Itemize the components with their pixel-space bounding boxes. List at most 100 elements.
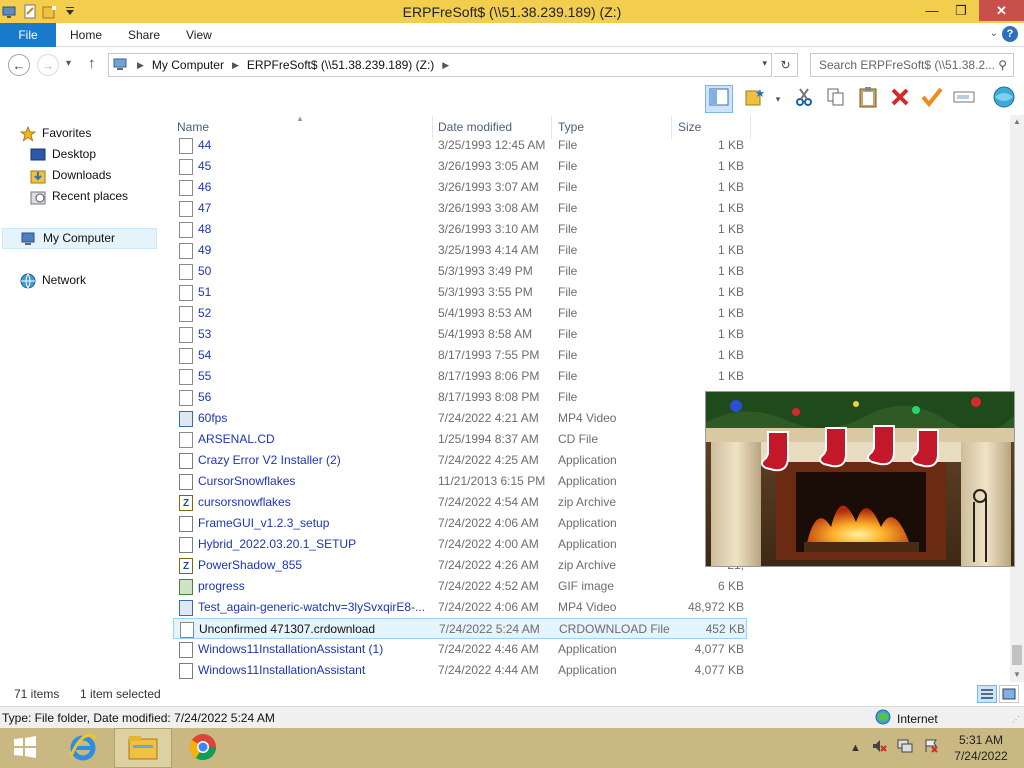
file-name[interactable]: 54 bbox=[198, 345, 433, 366]
resize-grip-icon[interactable]: ⋰ bbox=[1012, 715, 1020, 724]
breadcrumb-separator[interactable]: ▶ bbox=[442, 60, 449, 71]
tab-share[interactable]: Share bbox=[128, 23, 160, 47]
column-header-date[interactable]: Date modified bbox=[438, 120, 512, 134]
file-name[interactable]: PowerShadow_855 bbox=[198, 555, 433, 576]
file-row[interactable]: Windows11InstallationAssistant 7/24/2022 … bbox=[173, 660, 747, 681]
column-header-type[interactable]: Type bbox=[558, 120, 584, 134]
action-center-icon[interactable] bbox=[923, 738, 939, 757]
file-row[interactable]: FrameGUI_v1.2.3_setup 7/24/2022 4:06 AM Ap… bbox=[173, 513, 747, 534]
help-icon[interactable]: ? bbox=[1002, 26, 1018, 42]
taskbar-internet-explorer[interactable] bbox=[54, 728, 112, 768]
network-tray-icon[interactable] bbox=[897, 738, 913, 757]
file-name[interactable]: Windows11InstallationAssistant (1) bbox=[198, 639, 433, 660]
file-row[interactable]: Unconfirmed 471307.crdownload 7/24/2022 5… bbox=[173, 618, 747, 639]
taskbar-chrome[interactable] bbox=[174, 728, 232, 768]
breadcrumb-drive[interactable]: ERPFreSoft$ (\\51.38.239.189) (Z:) bbox=[247, 58, 434, 72]
clock[interactable]: 5:31 AM 7/24/2022 bbox=[946, 732, 1016, 764]
file-row[interactable]: 52 5/4/1993 8:53 AM File 1 KB bbox=[173, 303, 747, 324]
nav-favorites[interactable]: Favorites bbox=[19, 123, 91, 144]
file-name[interactable]: Hybrid_2022.03.20.1_SETUP bbox=[198, 534, 433, 555]
large-icons-view-button[interactable] bbox=[999, 685, 1019, 703]
file-row[interactable]: progress 7/24/2022 4:52 AM GIF image 6 KB bbox=[173, 576, 747, 597]
file-row[interactable]: CursorSnowflakes 11/21/2013 6:15 PM Applic… bbox=[173, 471, 747, 492]
file-name[interactable]: 45 bbox=[198, 156, 433, 177]
options-dropdown-icon[interactable]: ▾ bbox=[770, 85, 786, 113]
file-name[interactable]: 60fps bbox=[198, 408, 433, 429]
back-button[interactable]: ← bbox=[8, 54, 30, 76]
scroll-thumb[interactable] bbox=[1012, 645, 1022, 665]
folder-options-button[interactable] bbox=[741, 85, 769, 113]
nav-desktop[interactable]: Desktop bbox=[30, 144, 96, 165]
file-row[interactable]: 50 5/3/1993 3:49 PM File 1 KB bbox=[173, 261, 747, 282]
file-name[interactable]: 47 bbox=[198, 198, 433, 219]
file-row[interactable]: Crazy Error V2 Installer (2) 7/24/2022 4:… bbox=[173, 450, 747, 471]
file-name[interactable]: 48 bbox=[198, 219, 433, 240]
breadcrumb-my-computer[interactable]: My Computer bbox=[152, 58, 224, 72]
minimize-button[interactable]: — bbox=[917, 0, 947, 21]
file-row[interactable]: 44 3/25/1993 12:45 AM File 1 KB bbox=[173, 135, 747, 156]
file-name[interactable]: 55 bbox=[198, 366, 433, 387]
file-name[interactable]: 49 bbox=[198, 240, 433, 261]
volume-muted-icon[interactable] bbox=[871, 738, 887, 757]
search-input[interactable]: Search ERPFreSoft$ (\\51.38.2... ⚲ bbox=[810, 53, 1014, 77]
taskbar-file-explorer[interactable] bbox=[114, 728, 172, 768]
file-row[interactable]: 48 3/26/1993 3:10 AM File 1 KB bbox=[173, 219, 747, 240]
tab-file[interactable]: File bbox=[0, 23, 56, 47]
show-hidden-icons-icon[interactable]: ▲ bbox=[850, 742, 861, 754]
file-row[interactable]: 49 3/25/1993 4:14 AM File 1 KB bbox=[173, 240, 747, 261]
delete-button[interactable] bbox=[886, 85, 914, 113]
file-row[interactable]: 47 3/26/1993 3:08 AM File 1 KB bbox=[173, 198, 747, 219]
rename-button[interactable] bbox=[950, 85, 978, 113]
file-row[interactable]: cursorsnowflakes 7/24/2022 4:54 AM zip Arc… bbox=[173, 492, 747, 514]
file-row[interactable]: 45 3/26/1993 3:05 AM File 1 KB bbox=[173, 156, 747, 177]
column-header-size[interactable]: Size bbox=[678, 120, 701, 134]
file-row[interactable]: 46 3/26/1993 3:07 AM File 1 KB bbox=[173, 177, 747, 198]
file-name[interactable]: 56 bbox=[198, 387, 433, 408]
breadcrumb-separator[interactable]: ▶ bbox=[137, 60, 144, 71]
file-name[interactable]: Crazy Error V2 Installer (2) bbox=[198, 450, 433, 471]
file-name[interactable]: Unconfirmed 471307.crdownload bbox=[199, 619, 434, 640]
start-button[interactable] bbox=[0, 728, 50, 768]
file-name[interactable]: progress bbox=[198, 576, 433, 597]
file-row[interactable]: 55 8/17/1993 8:06 PM File 1 KB bbox=[173, 366, 747, 387]
file-name[interactable]: 50 bbox=[198, 261, 433, 282]
scroll-down-icon[interactable]: ▼ bbox=[1010, 668, 1024, 682]
ribbon-expand-icon[interactable]: ⌄ bbox=[990, 28, 998, 39]
file-row[interactable]: Test_again-generic-watchv=3lySvxqirE8-..… bbox=[173, 597, 747, 618]
nav-network[interactable]: Network bbox=[20, 270, 86, 291]
copy-button[interactable] bbox=[822, 85, 850, 113]
refresh-button[interactable]: ↻ bbox=[774, 53, 798, 77]
recent-locations-button[interactable]: ▾ bbox=[66, 58, 71, 69]
close-button[interactable]: ✕ bbox=[979, 0, 1024, 21]
file-name[interactable]: ARSENAL.CD bbox=[198, 429, 433, 450]
scroll-up-icon[interactable]: ▲ bbox=[1010, 115, 1024, 129]
fireplace-animation-window[interactable] bbox=[705, 391, 1015, 567]
file-name[interactable]: 52 bbox=[198, 303, 433, 324]
file-name[interactable]: 53 bbox=[198, 324, 433, 345]
file-row[interactable]: 60fps7/24/2022 4:21 AMMP4 Video95 bbox=[173, 408, 747, 429]
file-row[interactable]: Windows11InstallationAssistant (1) 7/24/2… bbox=[173, 639, 747, 660]
file-name[interactable]: Test_again-generic-watchv=3lySvxqirE8-..… bbox=[198, 597, 433, 618]
file-row[interactable]: 56 8/17/1993 8:08 PM File bbox=[173, 387, 747, 408]
cut-button[interactable] bbox=[790, 85, 818, 113]
file-row[interactable]: 53 5/4/1993 8:58 AM File 1 KB bbox=[173, 324, 747, 345]
file-name[interactable]: cursorsnowflakes bbox=[198, 492, 433, 513]
file-row[interactable]: PowerShadow_855 7/24/2022 4:26 AM zip Arch… bbox=[173, 555, 747, 577]
shell-button[interactable] bbox=[990, 85, 1018, 113]
details-view-button[interactable] bbox=[977, 685, 997, 703]
file-row[interactable]: Hybrid_2022.03.20.1_SETUP 7/24/2022 4:00 … bbox=[173, 534, 747, 555]
tab-view[interactable]: View bbox=[186, 23, 212, 47]
nav-downloads[interactable]: Downloads bbox=[30, 165, 111, 186]
file-name[interactable]: Windows11InstallationAssistant bbox=[198, 660, 433, 681]
address-bar[interactable]: ▶ My Computer ▶ ERPFreSoft$ (\\51.38.239… bbox=[108, 53, 772, 77]
up-button[interactable]: ↑ bbox=[88, 55, 96, 72]
column-divider[interactable] bbox=[750, 115, 751, 139]
column-header-name[interactable]: Name bbox=[177, 120, 209, 134]
file-row[interactable]: 54 8/17/1993 7:55 PM File 1 KB bbox=[173, 345, 747, 366]
nav-my-computer[interactable]: My Computer bbox=[2, 228, 157, 249]
search-icon[interactable]: ⚲ bbox=[998, 54, 1007, 76]
paste-button[interactable] bbox=[854, 85, 882, 113]
preview-pane-button[interactable] bbox=[705, 85, 733, 113]
tab-home[interactable]: Home bbox=[70, 23, 102, 47]
file-name[interactable]: 44 bbox=[198, 135, 433, 156]
